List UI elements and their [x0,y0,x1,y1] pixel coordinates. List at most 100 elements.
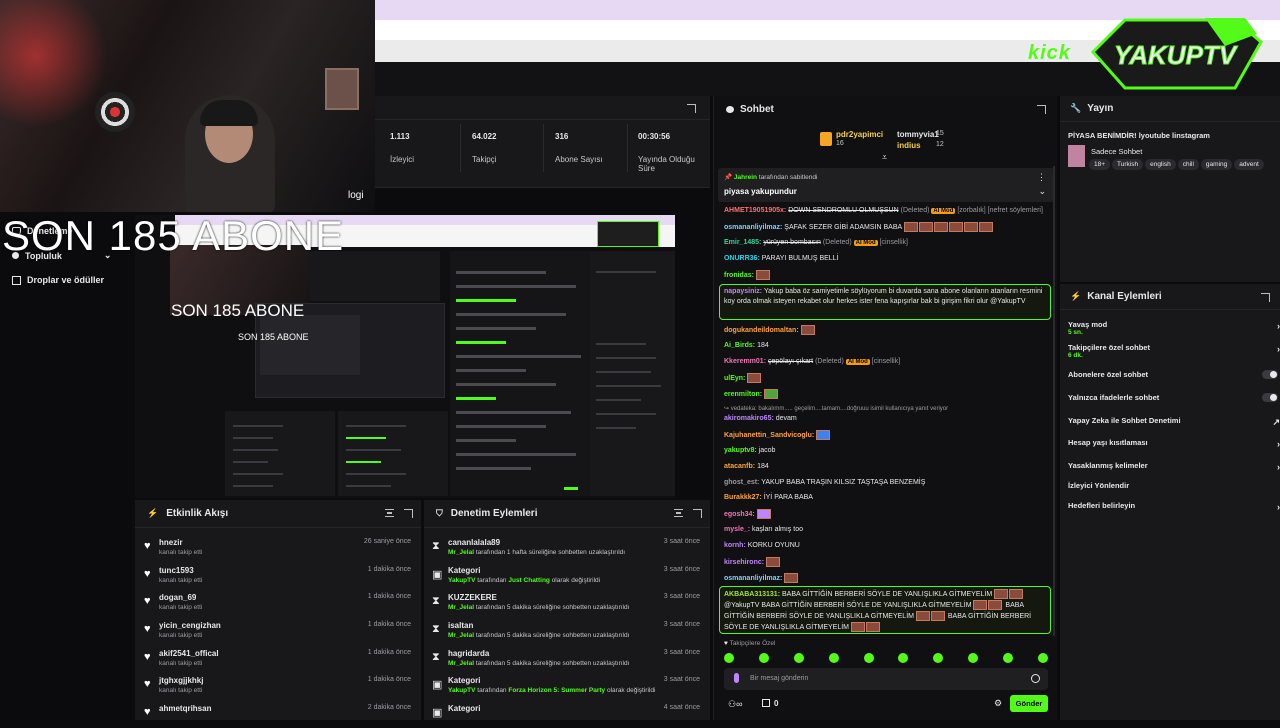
leader-count: 16 [836,140,844,147]
list-item: ♥ tunc1593 kanalı takip etti 1 dakika önce [144,566,411,584]
heart-icon: ♥ [144,623,151,635]
action-banned-words[interactable]: Yasaklanmış kelimeler › [1068,461,1280,472]
users-icon[interactable]: ⚇∞ [728,699,742,710]
popout-icon[interactable] [693,509,702,518]
webcam-feed: logi [0,0,375,212]
chat-title: Sohbet [740,103,774,115]
chat-message: osmananliyilmaz: [724,573,1049,584]
popout-icon[interactable] [1037,105,1046,114]
chat-message-input[interactable]: Bir mesaj gönderin [724,668,1048,690]
tag-chip: gaming [1200,159,1233,170]
chat-message: osmananliyilmaz: ŞAFAK SEZER GİBİ ADAMSI… [724,222,1049,233]
emote-icon [968,653,979,663]
chat-message: ghost_est: YAKUP BABA TRAŞIN KILSIZ TAŞT… [724,479,926,486]
leader-name: tommyvia1 [897,130,939,139]
action-followers-only[interactable]: Takipçilere özel sohbet 6 dk. › [1068,343,1280,359]
list-item: ♥ hnezir kanalı takip etti 26 saniye önce [144,538,411,556]
chat-message: AKBABA313131: BABA GİTTİĞİN BERBERİ SÖYL… [724,589,1032,632]
chat-message: atacanfb: 184 [724,463,769,470]
moderation-actions-panel: ⛉ Denetim Eylemleri ⧗ cananlalala89 Mr_Jel… [424,500,710,720]
list-item: ♥ dogan_69 kanalı takip etti 1 dakika önce [144,593,411,611]
list-item: ▣ Kategori 4 saat önce [432,704,700,719]
chat-message: kornh: KORKU OYUNU [724,542,800,549]
panel-title: Denetim Eylemleri [450,508,538,519]
left-sidebar: Denetleme Topluluk ⌄ Droplar ve ödüller [0,212,135,720]
chat-header: Sohbet [714,96,1058,122]
chat-message: Kkeremm01: çepölayı çıkart (Deleted) AI … [724,358,901,365]
filter-icon[interactable] [674,509,683,517]
pinned-message[interactable]: 📌 Jahrein tarafından sabitlendi piyasa y… [718,168,1054,202]
wrench-icon: 🔧 [1070,103,1082,113]
gift-icon[interactable] [762,699,770,707]
quick-emote-bar[interactable] [724,653,1048,665]
gear-icon[interactable]: ⚙ [994,698,1002,709]
action-goals[interactable]: Hedefleri belirleyin › [1068,501,1280,512]
tag-chip: 18+ [1089,159,1111,170]
stream-category: Sadece Sohbet [1091,147,1143,156]
chat-message: kirsehironc: [724,557,1049,568]
action-subscribers-only[interactable]: Abonelere özel sohbet [1068,370,1278,379]
preview-chat [450,251,590,496]
yakuptv-logo: YAKUPTV [1090,18,1263,90]
list-item: ▣ Kategori YakupTV tarafından Forza Horizo… [432,676,700,694]
action-emote-only[interactable]: Yalnızca ifadelerle sohbet [1068,393,1278,402]
lightning-icon: ⚡ [147,508,159,518]
pin-icon: 📌 [724,174,733,181]
emoji-icon[interactable] [1031,674,1040,683]
toggle-switch[interactable] [1262,393,1278,402]
list-item: ♥ ahmetqrihsan 2 dakika önce [144,704,411,718]
chat-message: Ai_Birds: 184 [724,342,769,349]
gift-icon [12,275,21,285]
heart-icon: ♥ [144,678,151,690]
stat-subscribers: 316 Abone Sayısı [555,132,603,164]
popout-icon[interactable] [687,104,696,113]
stat-viewers: 1.113 İzleyici [390,132,415,164]
emote-icon [758,653,769,663]
send-button[interactable]: Gönder [1010,695,1048,712]
moderation-header: ⛉ Denetim Eylemleri [424,500,710,528]
chat-message: mysle_: kaşları almış too [724,526,803,533]
emote-icon [1037,653,1048,663]
chat-message: fronidas: [724,270,1049,281]
streamer-cap [200,100,258,126]
microphone-icon[interactable] [734,673,739,683]
preview-activity [225,411,335,496]
stream-tags: 18+ Turkish english chill gaming advent [1089,158,1266,170]
hourglass-icon: ⧗ [432,540,440,552]
more-icon[interactable]: ⋮ [1037,172,1046,183]
emote-icon [933,653,944,663]
channel-actions-panel: ⚡ Kanal Eylemleri Yavaş mod 5 sn. › Takipç… [1060,284,1280,720]
stat-divider [627,124,628,172]
action-raid[interactable]: İzleyici Yönlendir [1068,481,1276,490]
subscriber-goal-overlay: SON 185 ABONE [2,212,345,259]
preview-moderation [338,411,448,496]
action-slow-mode[interactable]: Yavaş mod 5 sn. › [1068,320,1280,336]
emote-icon [793,653,804,663]
chevron-down-icon[interactable]: ⩡ [882,152,887,163]
chat-message: Emir_1485: yürüyen bombasın (Deleted) AI… [724,239,908,246]
action-ai-moderation[interactable]: Yapay Zeka ile Sohbet Denetimi ↗ [1068,416,1280,427]
list-item: ⧗ KUZZEKERE Mr_Jelal tarafından 5 dakika s… [432,593,700,611]
list-item: ♥ yicin_cengizhan kanalı takip etti 1 dakik… [144,621,411,639]
popout-icon[interactable] [1261,293,1270,302]
stat-divider [460,124,461,172]
category-thumbnail [1068,145,1085,167]
preview-abone-overlay-small: SON 185 ABONE [238,332,309,342]
wall-portrait [325,68,359,110]
tag-chip: english [1145,159,1176,170]
chevron-down-icon[interactable]: ⌄ [1038,186,1046,197]
leader-count: 15 [936,130,944,137]
panel-title: Yayın [1087,103,1114,114]
chat-message: egosh34: [724,509,1049,520]
chat-message: AHMET19051905x: DOWN SENDROMLU OLMUŞSUN … [724,207,1043,214]
popout-icon[interactable] [404,509,413,518]
chat-message: yakuptv8: jacob [724,447,776,454]
scrollbar[interactable] [1053,166,1055,636]
sidebar-item-droplar[interactable]: Droplar ve ödüller [12,275,104,285]
chat-message: erenmilton: [724,389,1049,400]
chat-message: ONURR36: PARAYI BULMUŞ BELLİ [724,255,839,262]
stats-header [375,96,710,120]
action-account-age[interactable]: Hesap yaşı kısıtlaması › [1068,438,1280,449]
filter-icon[interactable] [385,509,394,517]
toggle-switch[interactable] [1262,370,1278,379]
